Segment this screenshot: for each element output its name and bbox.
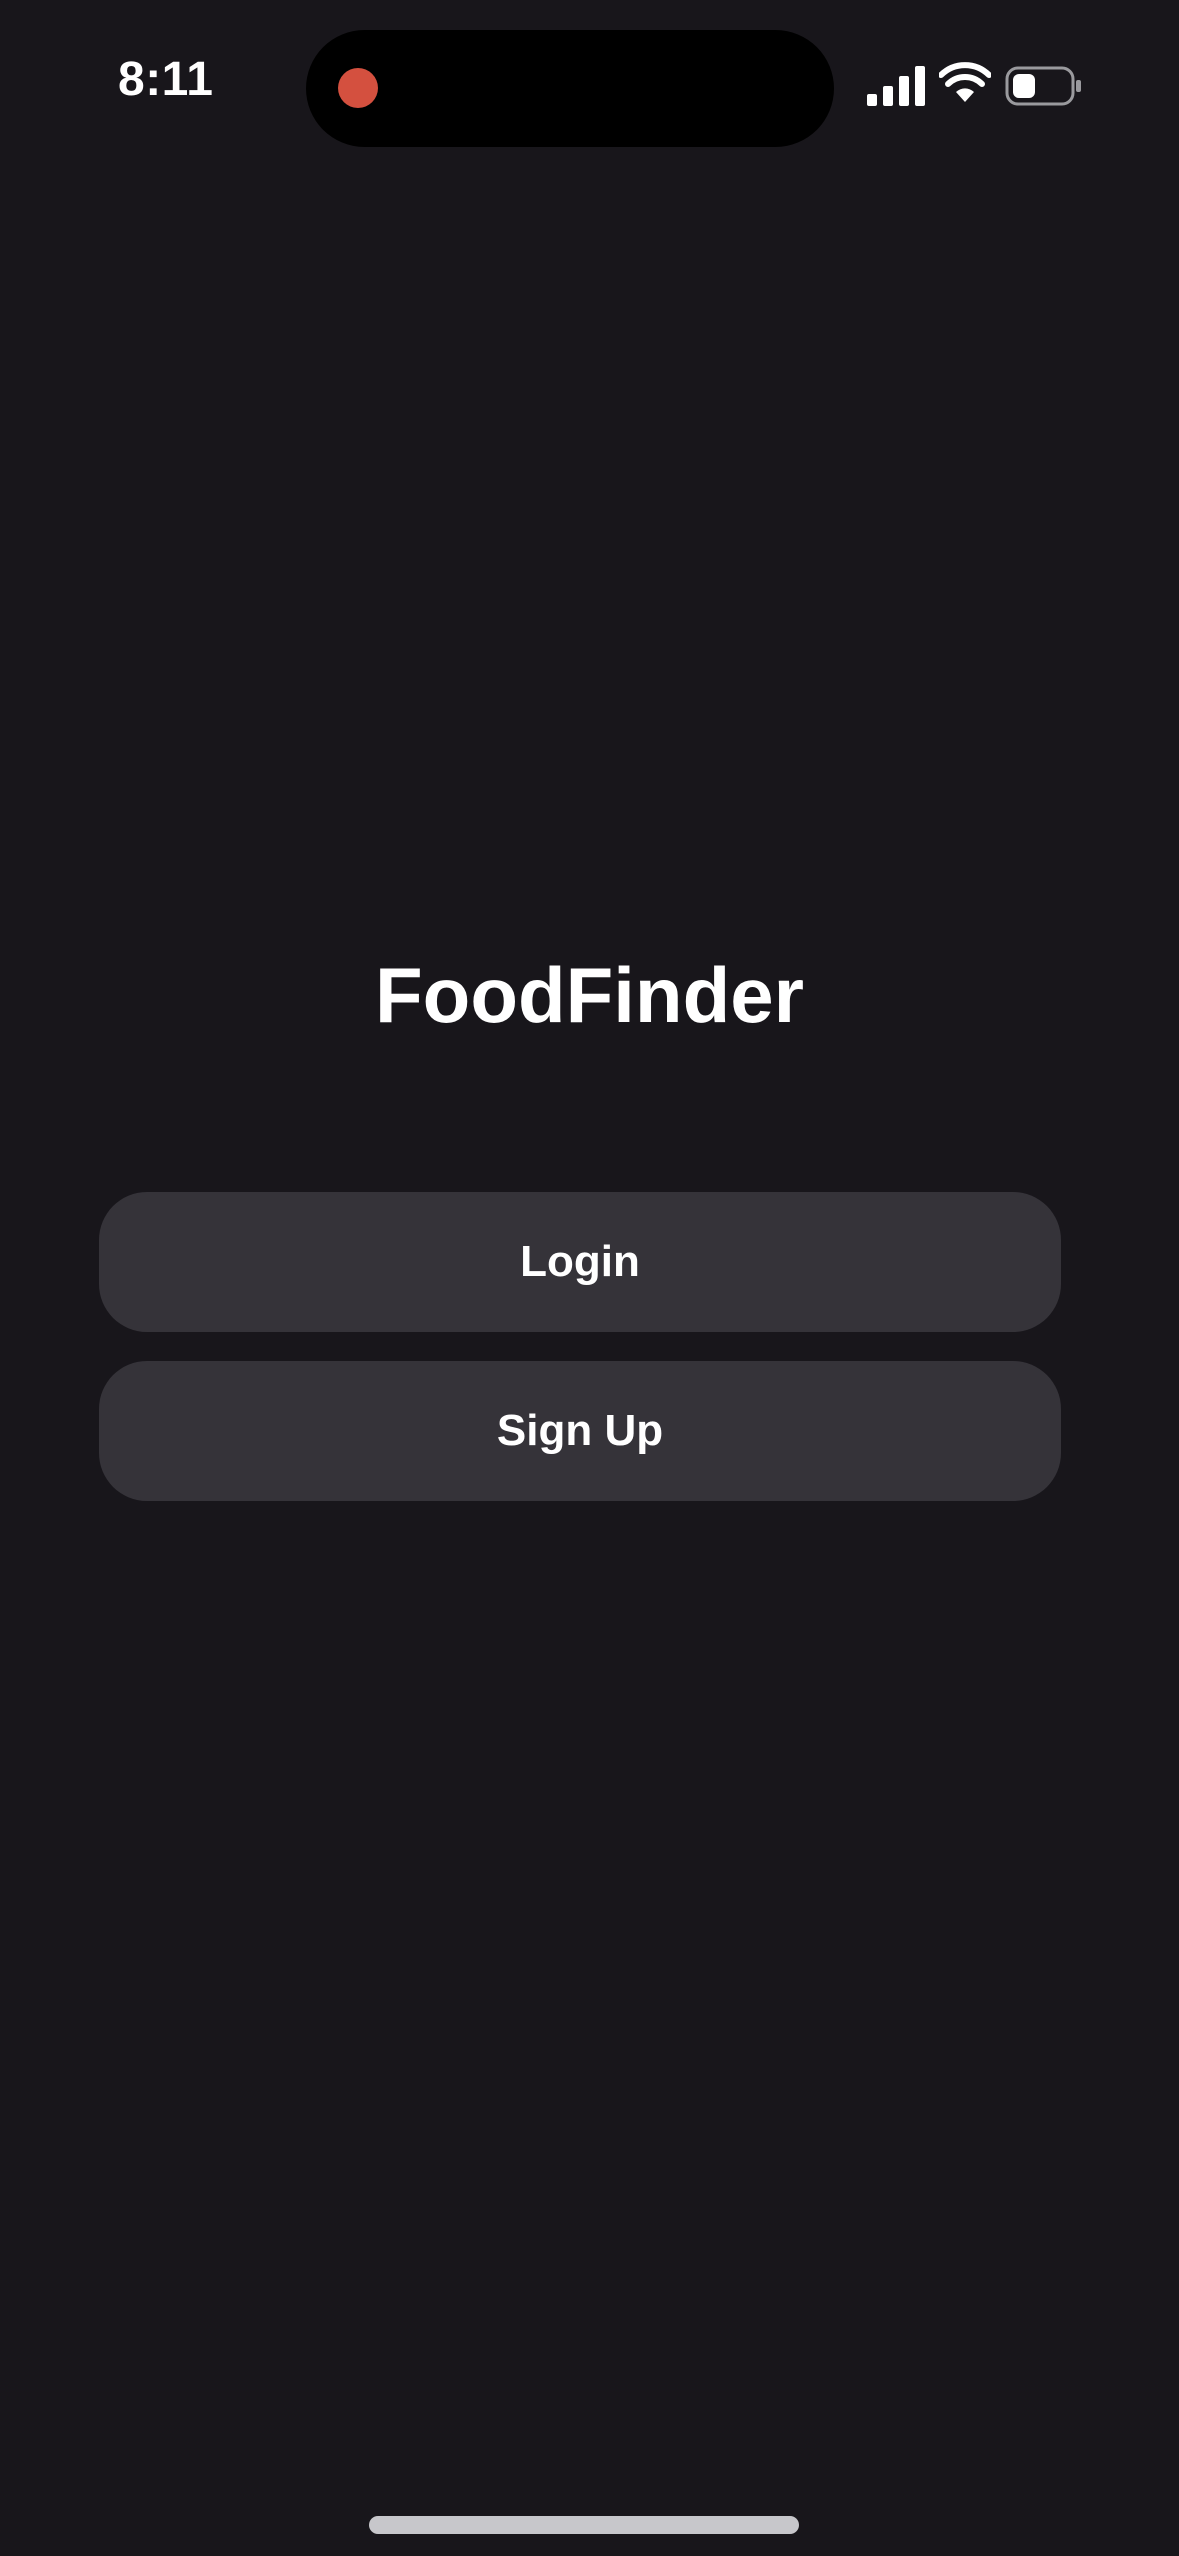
login-button[interactable]: Login [99,1192,1061,1332]
battery-icon [1005,66,1081,106]
wifi-icon [939,62,991,102]
status-bar: 8:11 [0,0,1179,180]
app-title: FoodFinder [375,951,804,1039]
cellular-signal-icon [867,66,925,106]
sign-up-button[interactable]: Sign Up [99,1361,1061,1501]
status-time: 8:11 [118,53,214,106]
home-indicator[interactable] [369,2516,799,2534]
recording-indicator-icon [338,68,378,108]
dynamic-island [306,30,834,147]
